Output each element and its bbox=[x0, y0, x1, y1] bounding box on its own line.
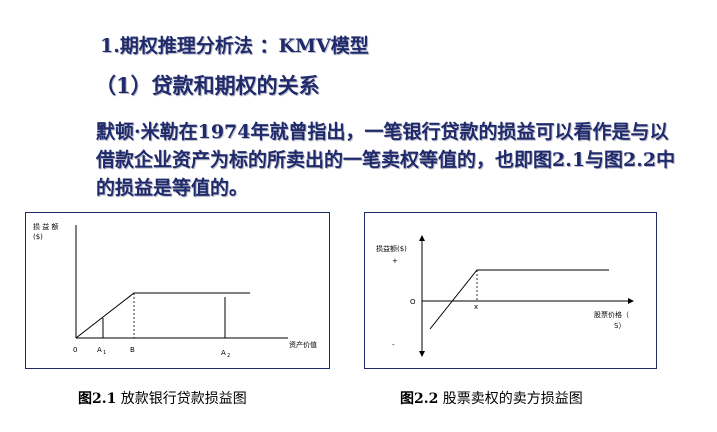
figure-2-2-caption-text: 股票卖权的卖方损益图 bbox=[438, 391, 583, 407]
figure-2-2-caption: 图2.2 股票卖权的卖方损益图 bbox=[400, 388, 583, 408]
figure-2-1-caption-text: 放款银行贷款损益图 bbox=[116, 391, 247, 407]
payoff-curve bbox=[429, 269, 609, 330]
x-axis-label: 资产价值 bbox=[289, 340, 317, 349]
minus-sign: - bbox=[392, 341, 395, 349]
figure-2-2-diagram: 损益额($) + O x - 股票价格（ S） bbox=[376, 235, 634, 357]
y-axis-unit: ($) bbox=[33, 233, 43, 241]
tick-b-label: B bbox=[130, 346, 135, 354]
figure-2-1-caption: 图2.1 放款银行贷款损益图 bbox=[78, 388, 247, 408]
x-axis-label-unit: S） bbox=[614, 322, 625, 330]
y-axis-label: 损 益 额 bbox=[33, 222, 58, 231]
y-axis-label: 损益额($) bbox=[376, 244, 407, 253]
figure-2-2-caption-number: 图2.2 bbox=[400, 391, 439, 407]
origin-label: 0 bbox=[73, 346, 77, 354]
x-axis-label: 股票价格（ bbox=[594, 310, 629, 319]
figure-2-1-caption-number: 图2.1 bbox=[78, 391, 117, 407]
plus-sign: + bbox=[392, 257, 398, 265]
figure-2-1-diagram: 损 益 额 ($) 0 A 1 B A 2 资产价值 bbox=[33, 222, 317, 359]
body-paragraph: 默顿·米勒在1974年就曾指出，一笔银行贷款的损益可以看作是与以借款企业资产为标… bbox=[96, 121, 676, 199]
figure-2-1-panel: 损 益 额 ($) 0 A 1 B A 2 资产价值 bbox=[25, 212, 330, 369]
tick-a2-subscript: 2 bbox=[227, 353, 230, 359]
section-heading: 1.期权推理分析法 ：KMV模型 bbox=[100, 35, 369, 57]
tick-a1-subscript: 1 bbox=[103, 350, 106, 356]
tick-a1-label: A bbox=[97, 346, 102, 354]
figure-2-2-panel: 损益额($) + O x - 股票价格（ S） bbox=[364, 212, 657, 369]
subsection-heading: （1）贷款和期权的关系 bbox=[95, 73, 320, 98]
payoff-curve bbox=[75, 292, 250, 339]
tick-a2-label: A bbox=[221, 349, 226, 357]
strike-x-label: x bbox=[474, 303, 478, 311]
origin-label: O bbox=[410, 298, 416, 306]
